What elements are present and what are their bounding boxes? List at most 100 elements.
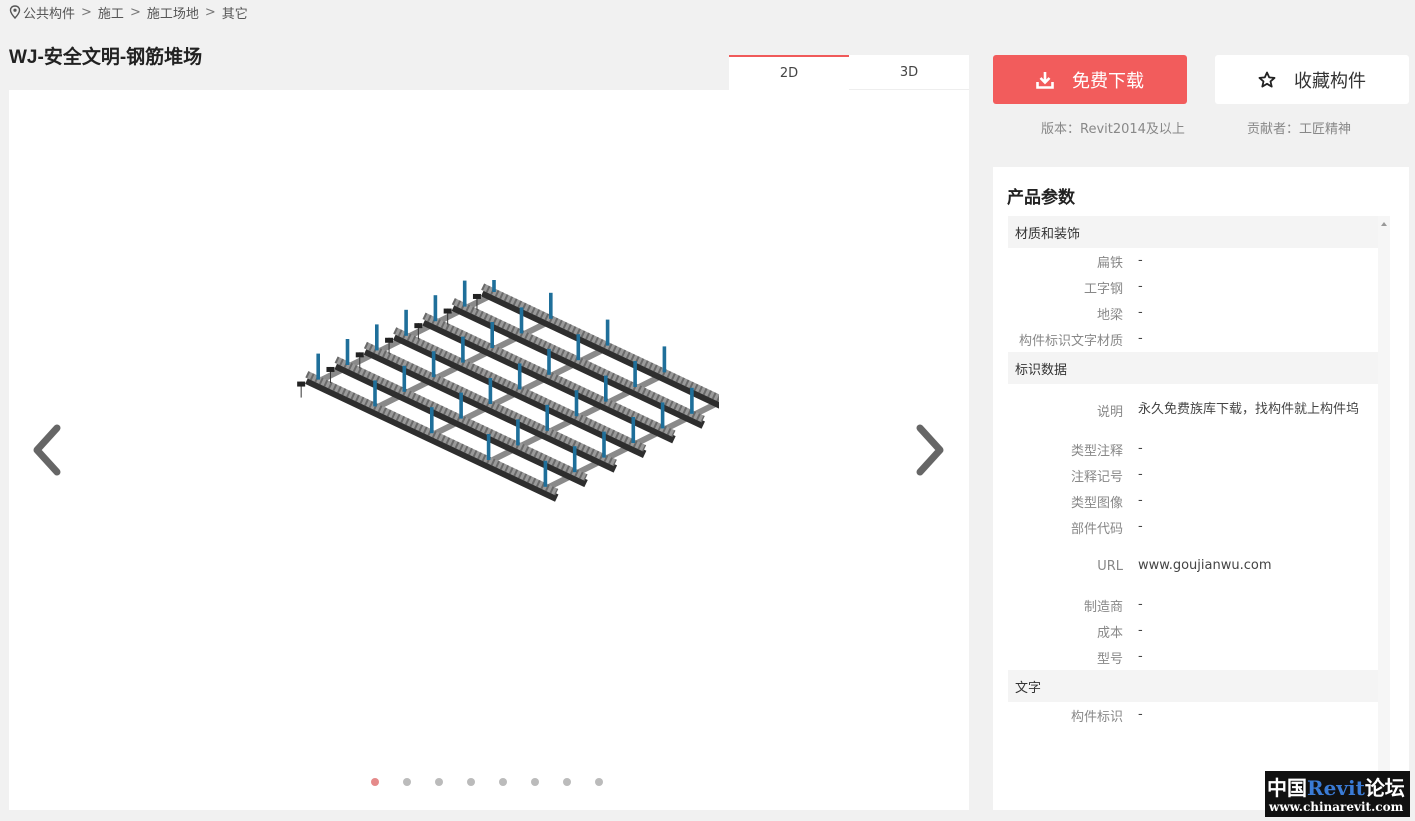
- rebar-post: [604, 375, 608, 402]
- rebar-post: [517, 363, 522, 390]
- sign-board: [355, 352, 364, 358]
- download-label: 免费下载: [1072, 70, 1144, 92]
- watermark-logo: 中国Revit论坛 www.chinarevit.com: [1265, 771, 1410, 817]
- params-row: 型号 -: [1008, 644, 1378, 670]
- favorite-button[interactable]: 收藏构件: [1215, 55, 1409, 104]
- rebar-post: [375, 324, 379, 351]
- scroll-up-icon: [1381, 222, 1387, 226]
- slide-dot[interactable]: [435, 778, 443, 786]
- rebar-post: [519, 307, 524, 334]
- param-key: 注释记号: [1070, 469, 1123, 485]
- param-value: 永久免费族库下载，找构件就上构件坞: [1138, 402, 1360, 417]
- param-value: -: [1138, 519, 1143, 534]
- breadcrumb-separator: >: [204, 4, 216, 20]
- param-key: 型号: [1096, 651, 1123, 667]
- rebar-post: [633, 361, 637, 387]
- rebar-post: [660, 402, 665, 429]
- next-slide-button[interactable]: [905, 420, 955, 480]
- param-value: -: [1138, 467, 1143, 482]
- param-key: 构件标识: [1070, 709, 1123, 725]
- params-row: 制造商 -: [1008, 592, 1378, 618]
- param-key: 部件代码: [1070, 521, 1123, 537]
- rebar-post: [345, 339, 350, 365]
- slide-dot[interactable]: [595, 778, 603, 786]
- sign-board: [326, 366, 335, 372]
- param-key: URL: [1097, 558, 1123, 574]
- rebar-post: [690, 387, 694, 414]
- params-row: 工字钢 -: [1008, 274, 1378, 300]
- params-row: 部件代码 -: [1008, 514, 1378, 540]
- rebar-post: [574, 390, 579, 417]
- params-row: 注释记号 -: [1008, 462, 1378, 488]
- rebar-post: [402, 365, 407, 392]
- param-key: 类型注释: [1070, 443, 1123, 459]
- params-row: 构件标识文字材质 -: [1008, 326, 1378, 352]
- params-scrollbar[interactable]: [1378, 216, 1390, 806]
- sign-board: [385, 337, 394, 343]
- sign-board: [297, 381, 306, 387]
- rebar-post: [433, 295, 438, 322]
- favorite-label: 收藏构件: [1294, 70, 1366, 92]
- rebar-post: [404, 309, 408, 336]
- rebar-post: [602, 431, 606, 458]
- params-table: 材质和装饰 扁铁 - 工字钢 - 地梁 - 构件标识文字材质 - 标识数据 说明 永久免费族库下载，找…: [1008, 216, 1378, 806]
- breadcrumb-link-other[interactable]: 其它: [222, 3, 248, 22]
- breadcrumb-link-construction[interactable]: 施工: [98, 3, 124, 22]
- params-row: 类型注释 -: [1008, 436, 1378, 462]
- product-params-panel: 产品参数 材质和装饰 扁铁 - 工字钢 - 地梁 - 构件标识文字材质 - 标识数据 说明 永久免费族…: [993, 167, 1409, 810]
- param-key: 地梁: [1096, 307, 1123, 323]
- preview-viewer: [9, 90, 969, 810]
- rebar-post: [461, 336, 465, 363]
- param-value: -: [1138, 707, 1143, 722]
- rebar-post: [605, 319, 610, 346]
- free-download-button[interactable]: 免费下载: [993, 55, 1187, 104]
- page-title: WJ-安全文明-钢筋堆场: [9, 47, 203, 68]
- rebar-post: [490, 322, 494, 348]
- param-key: 说明: [1096, 404, 1123, 420]
- slide-dot[interactable]: [499, 778, 507, 786]
- sign-board: [414, 323, 423, 329]
- rebar-post: [572, 446, 577, 473]
- param-value: -: [1138, 441, 1143, 456]
- param-value: -: [1138, 331, 1143, 346]
- params-group-header: 材质和装饰: [1008, 216, 1378, 248]
- param-key: 制造商: [1083, 599, 1123, 615]
- param-key: 类型图像: [1070, 495, 1123, 511]
- watermark-title: 中国Revit论坛: [1267, 776, 1405, 800]
- slide-dot[interactable]: [531, 778, 539, 786]
- param-key: 成本: [1096, 625, 1123, 641]
- slide-dot[interactable]: [371, 778, 379, 786]
- slide-dot[interactable]: [403, 778, 411, 786]
- param-value: -: [1138, 253, 1143, 268]
- params-row: URL www.goujianwu.com: [1008, 540, 1378, 592]
- rebar-post: [545, 404, 549, 431]
- slide-dot[interactable]: [563, 778, 571, 786]
- params-row: 构件标识 -: [1008, 702, 1378, 728]
- rebar-post: [488, 378, 493, 404]
- download-icon: [1036, 71, 1054, 89]
- breadcrumb-link-public[interactable]: 公共构件: [23, 3, 75, 22]
- param-value: www.goujianwu.com: [1138, 558, 1272, 573]
- chevron-right-icon: [916, 424, 944, 476]
- breadcrumb-link-site[interactable]: 施工场地: [147, 3, 199, 22]
- prev-slide-button[interactable]: [22, 420, 72, 480]
- rebar-post: [631, 417, 636, 443]
- breadcrumb-separator: >: [81, 4, 92, 20]
- rebar-post: [486, 434, 491, 460]
- rebar-post: [373, 380, 377, 407]
- chevron-left-icon: [33, 424, 61, 476]
- location-pin-icon: [9, 5, 21, 19]
- rebar-post: [662, 346, 667, 373]
- param-key: 构件标识文字材质: [1018, 333, 1123, 349]
- params-row: 成本 -: [1008, 618, 1378, 644]
- slide-dot[interactable]: [467, 778, 475, 786]
- tab-2d[interactable]: 2D: [729, 55, 849, 90]
- params-row: 扁铁 -: [1008, 248, 1378, 274]
- sign-board: [443, 308, 452, 314]
- tab-3d[interactable]: 3D: [849, 55, 969, 90]
- breadcrumb-separator: >: [129, 4, 141, 20]
- param-value: -: [1138, 597, 1143, 612]
- param-value: -: [1138, 649, 1143, 664]
- params-row: 类型图像 -: [1008, 488, 1378, 514]
- rebar-post: [549, 292, 553, 319]
